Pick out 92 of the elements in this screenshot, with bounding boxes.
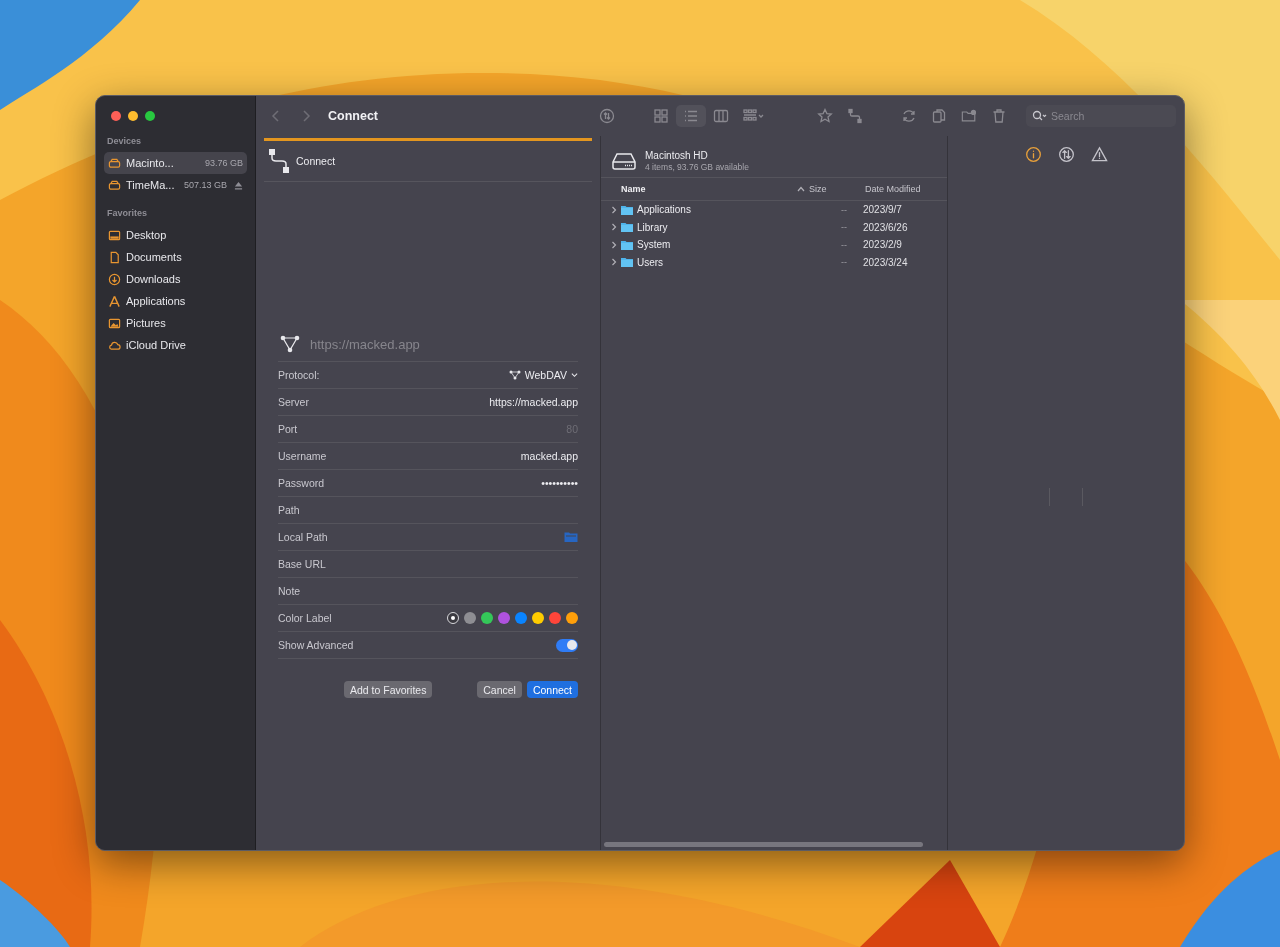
list-icon <box>683 108 699 124</box>
list-view-button[interactable] <box>676 105 706 127</box>
sidebar-item[interactable]: Downloads <box>104 268 247 290</box>
file-name: Applications <box>637 204 692 216</box>
minimize-button[interactable] <box>128 111 138 121</box>
search-field[interactable]: Search <box>1026 105 1176 127</box>
color-option[interactable] <box>464 612 476 624</box>
columns-icon <box>713 108 729 124</box>
size-label: 93.76 GB <box>204 158 243 168</box>
tab-label[interactable]: Connect <box>296 155 336 167</box>
drive-icon <box>108 156 121 170</box>
file-row[interactable]: Users -- 2023/3/24 <box>601 253 947 271</box>
volume-name: Macintosh HD <box>645 149 709 161</box>
column-header[interactable]: Name <box>621 184 797 194</box>
file-date: 2023/6/26 <box>862 221 909 233</box>
folder-icon <box>621 204 633 215</box>
secondary-button[interactable]: Cancel <box>477 681 522 698</box>
file-date: 2023/9/7 <box>862 204 903 216</box>
section-heading: Devices <box>106 136 143 148</box>
file-row[interactable]: Applications -- 2023/9/7 <box>601 201 947 219</box>
no-color-option[interactable] <box>447 612 459 624</box>
field-label: Password <box>278 477 325 489</box>
sidebar-item[interactable]: Macinto... 93.76 GB <box>104 152 247 174</box>
folder-icon <box>621 239 633 250</box>
zoom-button[interactable] <box>145 111 155 121</box>
column-header[interactable]: Date Modified <box>865 184 947 194</box>
window-title: Connect <box>328 109 378 123</box>
pictures-icon <box>108 316 121 330</box>
text-field[interactable]: https://macked.app <box>378 396 578 408</box>
field-label: Port <box>278 423 298 435</box>
field-label: Path <box>278 504 300 516</box>
color-option[interactable] <box>498 612 510 624</box>
download-icon <box>108 272 121 286</box>
sidebar-item[interactable]: TimeMa... 507.13 GB <box>104 174 247 196</box>
protocol-dropdown[interactable]: WebDAV <box>508 369 578 381</box>
file-size: -- <box>840 257 848 268</box>
sidebar-item[interactable]: iCloud Drive <box>104 334 247 356</box>
color-option[interactable] <box>515 612 527 624</box>
size-label: 507.13 GB <box>183 180 227 190</box>
color-option[interactable] <box>549 612 561 624</box>
field-label: Show Advanced <box>278 639 354 651</box>
file-name: System <box>637 239 672 251</box>
file-row[interactable]: Library -- 2023/6/26 <box>601 218 947 236</box>
file-row[interactable]: System -- 2023/2/9 <box>601 236 947 254</box>
connect-icon <box>268 148 290 174</box>
field-label: Protocol: <box>278 369 320 381</box>
server-header: https://macked.app <box>310 336 420 352</box>
field-label: Note <box>278 585 301 597</box>
field-label: Base URL <box>278 558 326 570</box>
field-label: Local Path <box>278 531 328 543</box>
search-icon <box>1032 110 1048 122</box>
sidebar-item[interactable]: Pictures <box>104 312 247 334</box>
drive-icon <box>611 150 637 171</box>
eject-icon[interactable] <box>234 180 243 190</box>
volume-summary: 4 items, 93.76 GB available <box>645 161 749 172</box>
close-button[interactable] <box>111 111 121 121</box>
sidebar-item[interactable]: Desktop <box>104 224 247 246</box>
sidebar-item[interactable]: Applications <box>104 290 247 312</box>
network-icon <box>280 335 300 353</box>
file-date: 2023/2/9 <box>862 239 903 251</box>
color-option[interactable] <box>481 612 493 624</box>
file-size: -- <box>840 239 848 250</box>
file-date: 2023/3/24 <box>862 256 909 268</box>
field-label: Server <box>278 396 309 408</box>
drive-icon <box>108 178 121 192</box>
section-heading: Favorites <box>106 208 149 220</box>
network-icon <box>508 370 521 380</box>
text-field[interactable]: macked.app <box>378 450 578 462</box>
field-label: Color Label <box>278 612 332 624</box>
column-header[interactable]: Size <box>809 184 865 194</box>
sidebar-item[interactable]: Documents <box>104 246 247 268</box>
text-field[interactable]: •••••••••• <box>378 477 578 489</box>
chevron-down-icon <box>571 372 578 378</box>
file-name: Users <box>637 256 665 268</box>
scrollbar[interactable] <box>604 842 923 847</box>
apps-icon <box>108 294 121 308</box>
folder-icon <box>621 257 633 268</box>
folder-icon <box>621 222 633 233</box>
connect-button[interactable]: Connect <box>526 681 578 698</box>
toggle-switch[interactable] <box>556 638 578 652</box>
folder-icon[interactable] <box>564 531 578 543</box>
grid-icon <box>653 108 669 124</box>
secondary-button[interactable]: Add to Favorites <box>344 681 433 698</box>
file-size: -- <box>840 222 848 233</box>
file-name: Library <box>637 221 669 233</box>
desktop-icon <box>108 228 121 242</box>
color-option[interactable] <box>532 612 544 624</box>
file-size: -- <box>840 204 848 215</box>
color-option[interactable] <box>566 612 578 624</box>
field-label: Username <box>278 450 327 462</box>
document-icon <box>108 250 121 264</box>
sort-icon <box>797 186 805 192</box>
